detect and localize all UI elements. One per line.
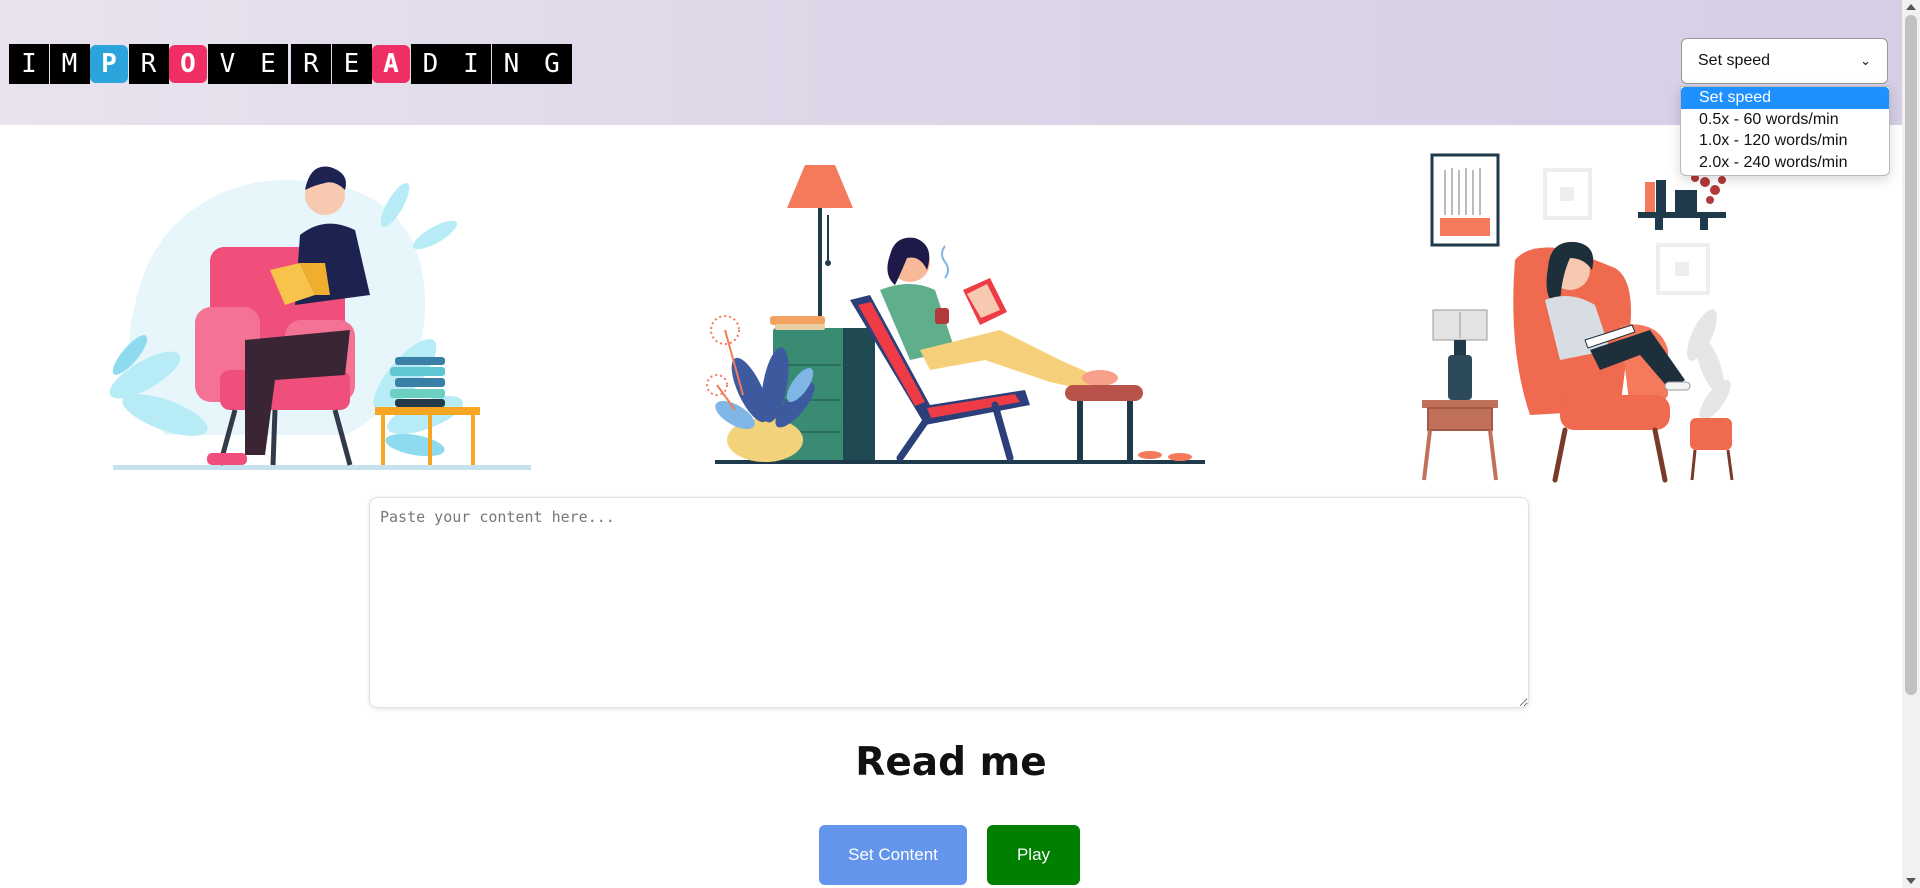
scroll-down-arrow-icon[interactable]	[1906, 878, 1916, 884]
chevron-down-icon: ⌄	[1860, 53, 1871, 68]
reader-display: Read me	[855, 740, 1047, 785]
speed-option-set-speed[interactable]: Set speed	[1681, 87, 1889, 109]
page-scrollbar[interactable]	[1902, 0, 1920, 888]
woman-armchair-illustration	[1422, 153, 1734, 483]
scroll-up-arrow-icon[interactable]	[1906, 4, 1916, 10]
logo-letter: P	[90, 45, 128, 83]
logo-letter: D	[410, 44, 451, 84]
speed-options-list: Set speed 0.5x - 60 words/min 1.0x - 120…	[1680, 86, 1890, 176]
logo-letter: I	[451, 44, 491, 84]
set-content-button[interactable]: Set Content	[819, 825, 967, 885]
man-reading-illustration	[109, 166, 531, 470]
speed-select[interactable]: Set speed ⌄	[1681, 38, 1888, 84]
scrollbar-thumb[interactable]	[1905, 15, 1917, 695]
content-textarea[interactable]	[369, 497, 1529, 708]
logo-letter: I	[9, 44, 49, 84]
speed-select-value: Set speed	[1698, 52, 1771, 69]
speed-option-2-0x[interactable]: 2.0x - 240 words/min	[1681, 152, 1889, 174]
improve-reading-logo: I M P R O V E R E A D I N G	[9, 44, 573, 84]
logo-letter: E	[331, 44, 372, 84]
logo-letter: R	[291, 44, 331, 84]
logo-letter: N	[491, 44, 532, 84]
logo-letter: G	[532, 44, 572, 84]
logo-letter: M	[49, 44, 90, 84]
logo-letter: O	[169, 45, 207, 83]
logo-letter: A	[372, 45, 410, 83]
logo-letter: V	[207, 44, 248, 84]
speed-option-1-0x[interactable]: 1.0x - 120 words/min	[1681, 130, 1889, 152]
header-bar: I M P R O V E R E A D I N G Set speed ⌄	[0, 0, 1902, 125]
logo-letter: R	[128, 44, 169, 84]
play-button[interactable]: Play	[987, 825, 1080, 885]
woman-lounging-illustration	[706, 165, 1205, 464]
logo-letter: E	[248, 44, 288, 84]
speed-option-0-5x[interactable]: 0.5x - 60 words/min	[1681, 109, 1889, 131]
